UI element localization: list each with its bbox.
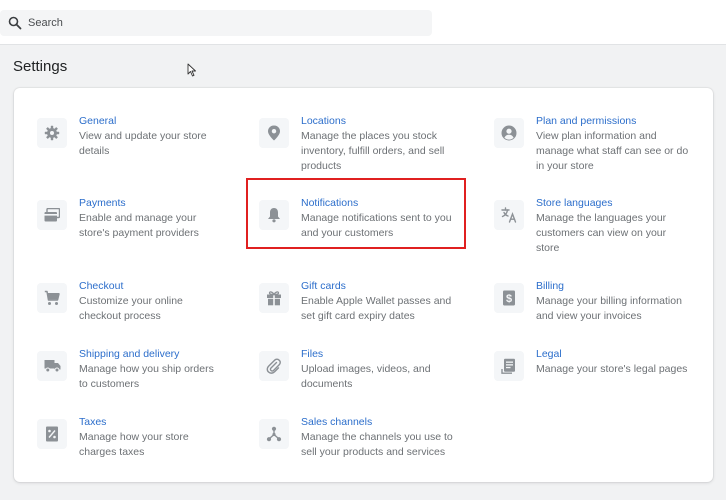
tax-icon <box>37 419 67 449</box>
search-bar[interactable] <box>0 10 432 36</box>
settings-item-title: Locations <box>301 115 346 127</box>
dollar-icon: $ <box>494 283 524 313</box>
search-input[interactable] <box>28 17 408 29</box>
truck-icon <box>37 351 67 381</box>
payments-icon <box>37 200 67 230</box>
location-pin-icon <box>259 118 289 148</box>
settings-item-title: Files <box>301 348 324 360</box>
settings-item-description: View and update your store details <box>79 130 207 157</box>
settings-item-title: Sales channels <box>301 416 373 428</box>
settings-item-locations[interactable]: Locations Manage the places you stock in… <box>259 114 461 174</box>
paperclip-icon <box>259 351 289 381</box>
settings-item-sales-channels[interactable]: Sales channels Manage the channels you u… <box>259 415 461 460</box>
settings-item-title: General <box>79 115 117 127</box>
settings-item-general[interactable]: General View and update your store detai… <box>37 114 219 159</box>
settings-item-description: Manage the places you stock inventory, f… <box>301 130 445 172</box>
settings-item-title: Billing <box>536 280 565 292</box>
settings-item-title: Payments <box>79 197 126 209</box>
settings-item-gift-cards[interactable]: Gift cards Enable Apple Wallet passes an… <box>259 279 461 324</box>
settings-item-plan-and-permissions[interactable]: Plan and permissions View plan informati… <box>494 114 696 174</box>
settings-item-title: Store languages <box>536 197 613 209</box>
settings-item-description: View plan information and manage what st… <box>536 130 689 172</box>
settings-item-billing[interactable]: $ Billing Manage your billing informatio… <box>494 279 696 324</box>
settings-item-description: Manage your billing information and view… <box>536 295 682 322</box>
settings-card: General View and update your store detai… <box>14 88 713 482</box>
gear-icon <box>37 118 67 148</box>
settings-item-files[interactable]: Files Upload images, videos, and documen… <box>259 347 461 392</box>
settings-item-description: Upload images, videos, and documents <box>301 363 431 390</box>
settings-item-taxes[interactable]: Taxes Manage how your store charges taxe… <box>37 415 219 460</box>
settings-item-description: Enable Apple Wallet passes and set gift … <box>301 295 452 322</box>
top-bar <box>0 0 726 45</box>
settings-item-title: Shipping and delivery <box>79 348 180 360</box>
settings-item-description: Enable and manage your store's payment p… <box>79 212 199 239</box>
notifications-highlight-box <box>246 178 466 249</box>
settings-item-description: Customize your online checkout process <box>79 295 183 322</box>
mouse-cursor-icon <box>187 63 196 77</box>
settings-item-title: Legal <box>536 348 562 360</box>
gift-icon <box>259 283 289 313</box>
settings-item-description: Manage the languages your customers can … <box>536 212 667 254</box>
translate-icon <box>494 200 524 230</box>
user-icon <box>494 118 524 148</box>
settings-item-description: Manage how your store charges taxes <box>79 431 189 458</box>
search-icon <box>5 13 25 33</box>
settings-item-title: Plan and permissions <box>536 115 637 127</box>
settings-item-title: Checkout <box>79 280 124 292</box>
svg-text:$: $ <box>506 293 512 305</box>
settings-item-checkout[interactable]: Checkout Customize your online checkout … <box>37 279 219 324</box>
document-icon <box>494 351 524 381</box>
settings-item-title: Gift cards <box>301 280 346 292</box>
settings-item-legal[interactable]: Legal Manage your store's legal pages <box>494 347 696 381</box>
settings-item-description: Manage how you ship orders to customers <box>79 363 214 390</box>
settings-item-payments[interactable]: Payments Enable and manage your store's … <box>37 196 219 241</box>
page-title: Settings <box>13 58 68 75</box>
cart-icon <box>37 283 67 313</box>
settings-item-store-languages[interactable]: Store languages Manage the languages you… <box>494 196 686 256</box>
settings-item-title: Taxes <box>79 416 107 428</box>
settings-item-description: Manage the channels you use to sell your… <box>301 431 453 458</box>
settings-item-description: Manage your store's legal pages <box>536 363 688 375</box>
channels-icon <box>259 419 289 449</box>
settings-item-shipping-and-delivery[interactable]: Shipping and delivery Manage how you shi… <box>37 347 219 392</box>
